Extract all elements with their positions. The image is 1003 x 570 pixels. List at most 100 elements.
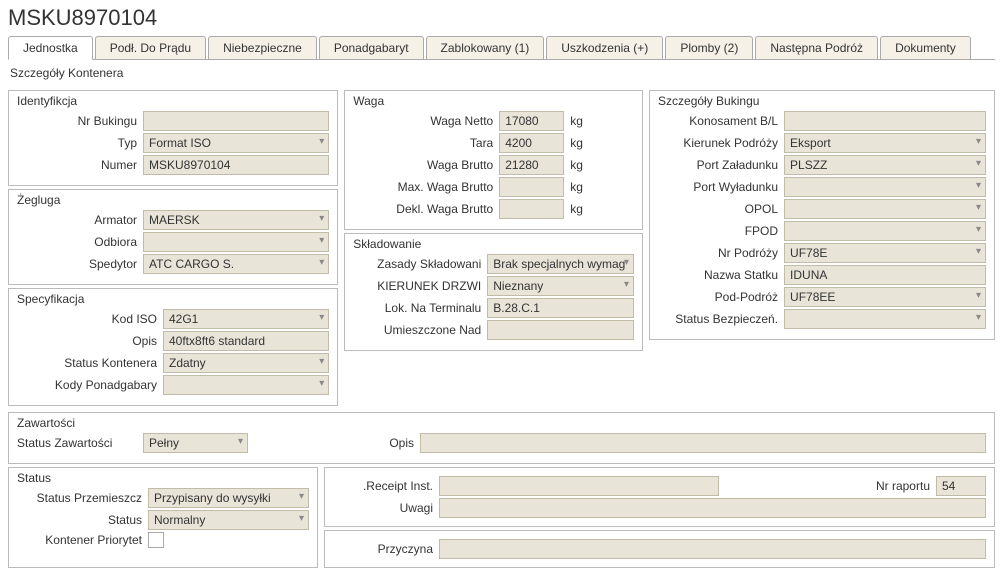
bukingu-title: Szczegóły Bukingu bbox=[658, 94, 986, 108]
tabs: Jednostka Podł. Do Prądu Niebezpieczne P… bbox=[8, 36, 995, 60]
tab-nastepna-podroz[interactable]: Następna Podróż bbox=[755, 36, 878, 59]
unit-kg: kg bbox=[570, 158, 600, 172]
identyfikcja-title: Identyfikcja bbox=[17, 94, 329, 108]
przyczyna-group: Przyczyna bbox=[324, 530, 995, 568]
receipt-inst-field[interactable] bbox=[439, 476, 719, 496]
nr-raportu-label: Nr raportu bbox=[725, 479, 930, 493]
zawartosci-title: Zawartości bbox=[17, 416, 986, 430]
konosament-label: Konosament B/L bbox=[658, 114, 778, 128]
przyczyna-field[interactable] bbox=[439, 539, 986, 559]
przyczyna-label: Przyczyna bbox=[333, 542, 433, 556]
konosament-field[interactable] bbox=[784, 111, 986, 131]
status-kontenera-label: Status Kontenera bbox=[17, 356, 157, 370]
tab-ponadgabaryt[interactable]: Ponadgabaryt bbox=[319, 36, 424, 59]
nr-bukingu-field[interactable] bbox=[143, 111, 329, 131]
port-zaladunku-field[interactable]: PLSZZ bbox=[784, 155, 986, 175]
spedytor-label: Spedytor bbox=[17, 257, 137, 271]
opis-label: Opis bbox=[17, 334, 157, 348]
status-kontenera-select[interactable]: Zdatny bbox=[163, 353, 329, 373]
armator-label: Armator bbox=[17, 213, 137, 227]
odbiora-field[interactable] bbox=[143, 232, 329, 252]
spedytor-field[interactable]: ATC CARGO S. bbox=[143, 254, 329, 274]
lok-terminalu-field[interactable]: B.28.C.1 bbox=[487, 298, 634, 318]
waga-netto-label: Waga Netto bbox=[353, 114, 493, 128]
numer-field[interactable]: MSKU8970104 bbox=[143, 155, 329, 175]
unit-kg: kg bbox=[570, 202, 600, 216]
fpod-field[interactable] bbox=[784, 221, 986, 241]
lok-terminalu-label: Lok. Na Terminalu bbox=[353, 301, 481, 315]
receipt-inst-label: .Receipt Inst. bbox=[333, 479, 433, 493]
uwagi-field[interactable] bbox=[439, 498, 986, 518]
kierunek-drzwi-select[interactable]: Nieznany bbox=[487, 276, 634, 296]
numer-label: Numer bbox=[17, 158, 137, 172]
waga-brutto-label: Waga Brutto bbox=[353, 158, 493, 172]
port-zaladunku-label: Port Załadunku bbox=[658, 158, 778, 172]
tab-uszkodzenia[interactable]: Uszkodzenia (+) bbox=[546, 36, 663, 59]
zawartosci-group: Zawartości Status Zawartości Pełny Opis bbox=[8, 412, 995, 464]
umieszczone-field[interactable] bbox=[487, 320, 634, 340]
specyfikacja-title: Specyfikacja bbox=[17, 292, 329, 306]
zasady-select[interactable]: Brak specjalnych wymag bbox=[487, 254, 634, 274]
dekl-waga-brutto-field[interactable] bbox=[499, 199, 564, 219]
odbiora-label: Odbiora bbox=[17, 235, 137, 249]
typ-select[interactable]: Format ISO bbox=[143, 133, 329, 153]
specyfikacja-group: Specyfikacja Kod ISO 42G1 Opis 40ftx8ft6… bbox=[8, 288, 338, 406]
zegluga-group: Żegluga Armator MAERSK Odbiora Spedytor … bbox=[8, 189, 338, 285]
nazwa-statku-field[interactable]: IDUNA bbox=[784, 265, 986, 285]
kontener-priorytet-checkbox[interactable] bbox=[148, 532, 164, 548]
zegluga-title: Żegluga bbox=[17, 193, 329, 207]
kod-iso-label: Kod ISO bbox=[17, 312, 157, 326]
typ-label: Typ bbox=[17, 136, 137, 150]
uwagi-label: Uwagi bbox=[333, 501, 433, 515]
tab-niebezpieczne[interactable]: Niebezpieczne bbox=[208, 36, 317, 59]
tab-podl-do-pradu[interactable]: Podł. Do Prądu bbox=[95, 36, 206, 59]
nr-podrozy-label: Nr Podróży bbox=[658, 246, 778, 260]
tab-zablokowany[interactable]: Zablokowany (1) bbox=[426, 36, 545, 59]
tab-dokumenty[interactable]: Dokumenty bbox=[880, 36, 971, 59]
pod-podroz-field[interactable]: UF78EE bbox=[784, 287, 986, 307]
kierunek-podrozy-select[interactable]: Eksport bbox=[784, 133, 986, 153]
unit-kg: kg bbox=[570, 180, 600, 194]
status-bezp-field[interactable] bbox=[784, 309, 986, 329]
dekl-waga-brutto-label: Dekl. Waga Brutto bbox=[353, 202, 493, 216]
opol-label: OPOL bbox=[658, 202, 778, 216]
kierunek-drzwi-label: KIERUNEK DRZWI bbox=[353, 279, 481, 293]
kierunek-podrozy-label: Kierunek Podróży bbox=[658, 136, 778, 150]
port-wyladunku-field[interactable] bbox=[784, 177, 986, 197]
waga-brutto-field[interactable]: 21280 bbox=[499, 155, 564, 175]
unit-kg: kg bbox=[570, 136, 600, 150]
section-header: Szczegóły Kontenera bbox=[0, 60, 1003, 86]
max-waga-brutto-field[interactable] bbox=[499, 177, 564, 197]
status-status-select[interactable]: Normalny bbox=[148, 510, 309, 530]
unit-kg: kg bbox=[570, 114, 600, 128]
tab-plomby[interactable]: Plomby (2) bbox=[665, 36, 753, 59]
nr-raportu-field[interactable]: 54 bbox=[936, 476, 986, 496]
tara-field[interactable]: 4200 bbox=[499, 133, 564, 153]
waga-netto-field[interactable]: 17080 bbox=[499, 111, 564, 131]
status-group: Status Status Przemieszcz Przypisany do w… bbox=[8, 467, 318, 568]
opis-zawartosci-field[interactable] bbox=[420, 433, 986, 453]
receipt-group: .Receipt Inst. Nr raportu 54 Uwagi bbox=[324, 467, 995, 527]
waga-group: Waga Waga Netto 17080 kg Tara 4200 kg Wa… bbox=[344, 90, 643, 230]
status-title: Status bbox=[17, 471, 309, 485]
kod-iso-field[interactable]: 42G1 bbox=[163, 309, 329, 329]
zasady-label: Zasady Składowani bbox=[353, 257, 481, 271]
status-zawartosci-label: Status Zawartości bbox=[17, 436, 137, 450]
max-waga-brutto-label: Max. Waga Brutto bbox=[353, 180, 493, 194]
bukingu-group: Szczegóły Bukingu Konosament B/L Kierune… bbox=[649, 90, 995, 340]
status-bezp-label: Status Bezpieczeń. bbox=[658, 312, 778, 326]
nr-bukingu-label: Nr Bukingu bbox=[17, 114, 137, 128]
status-przemieszcz-label: Status Przemieszcz bbox=[17, 491, 142, 505]
status-przemieszcz-select[interactable]: Przypisany do wysyłki bbox=[148, 488, 309, 508]
kody-ponadgabary-field[interactable] bbox=[163, 375, 329, 395]
opol-field[interactable] bbox=[784, 199, 986, 219]
nr-podrozy-field[interactable]: UF78E bbox=[784, 243, 986, 263]
waga-title: Waga bbox=[353, 94, 634, 108]
status-zawartosci-select[interactable]: Pełny bbox=[143, 433, 248, 453]
opis-field[interactable]: 40ftx8ft6 standard bbox=[163, 331, 329, 351]
kody-ponadgabary-label: Kody Ponadgabary bbox=[17, 378, 157, 392]
tab-jednostka[interactable]: Jednostka bbox=[8, 36, 93, 60]
skladowanie-title: Składowanie bbox=[353, 237, 634, 251]
port-wyladunku-label: Port Wyładunku bbox=[658, 180, 778, 194]
armator-field[interactable]: MAERSK bbox=[143, 210, 329, 230]
